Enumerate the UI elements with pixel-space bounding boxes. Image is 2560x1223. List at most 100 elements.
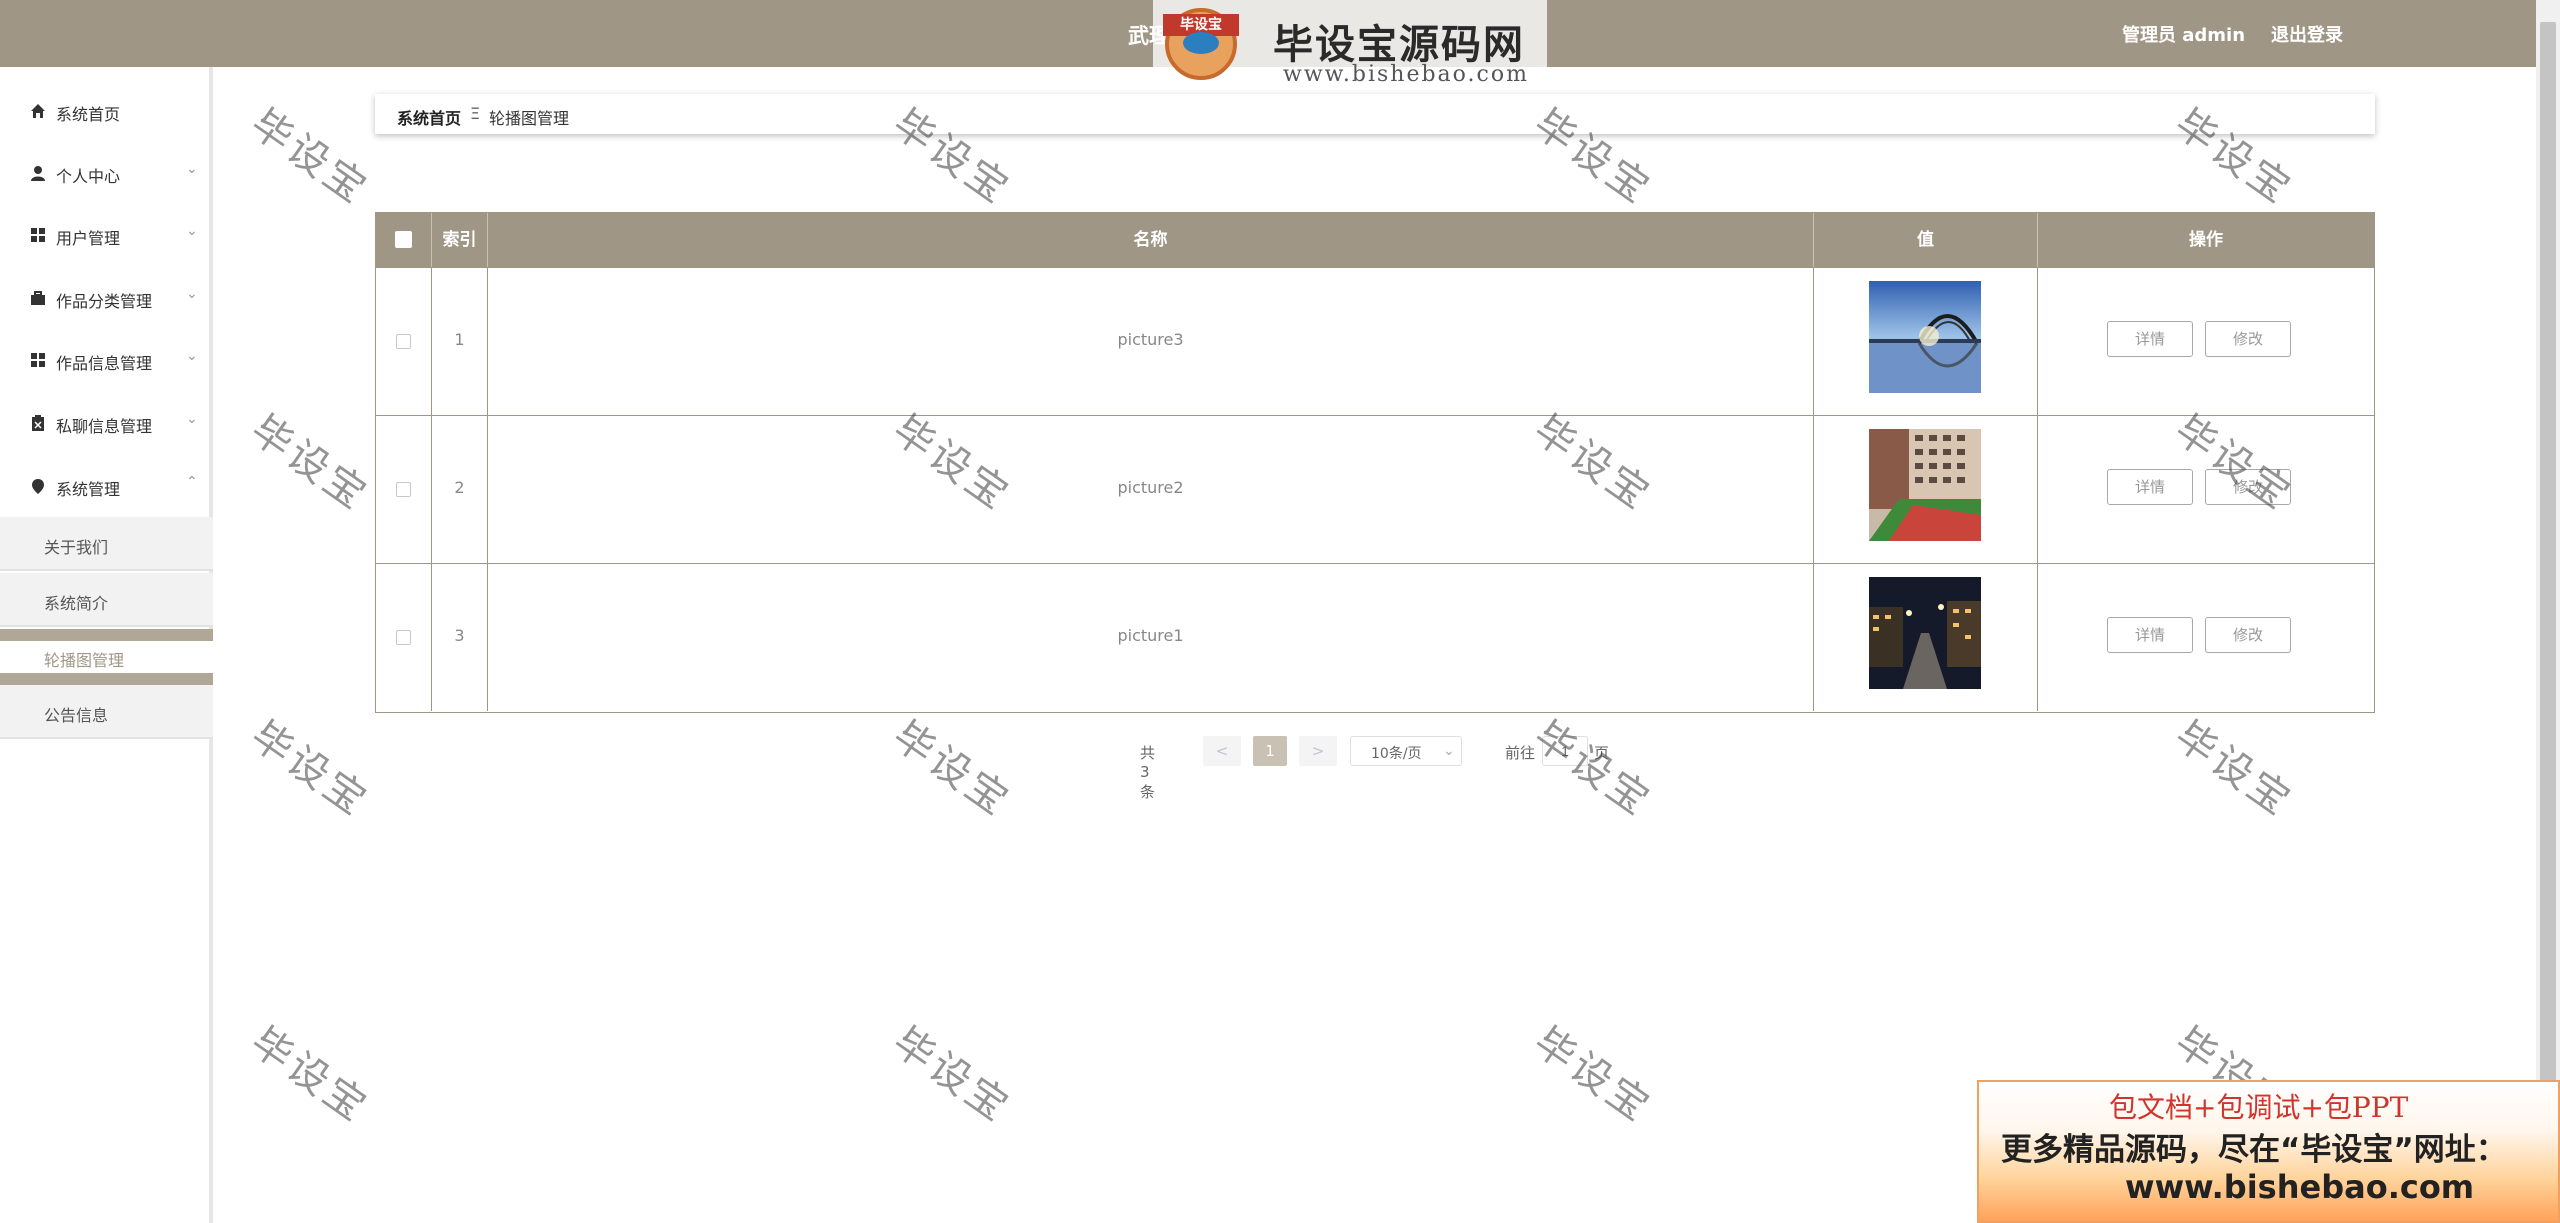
watermark-text: 毕设宝 <box>1525 1018 1660 1132</box>
chevron-down-icon: ⌄ <box>186 161 198 177</box>
sidebar-item-private-message-management[interactable]: 私聊信息管理 ⌄ <box>0 393 209 455</box>
logout-link[interactable]: 退出登录 <box>2271 21 2343 47</box>
row-index: 3 <box>454 626 465 645</box>
edit-button[interactable]: 修改 <box>2205 321 2291 357</box>
sidebar-item-label: 系统首页 <box>56 105 121 124</box>
page-size-value: 10条/页 <box>1371 746 1422 762</box>
breadcrumb: 系统首页 Ξ 轮播图管理 <box>375 94 2375 134</box>
chevron-down-icon: ⌄ <box>186 348 198 364</box>
breadcrumb-separator: Ξ <box>470 104 481 123</box>
table-row: 2 picture2 详情 修改 <box>376 415 2374 563</box>
pagination-total: 共 3 条 <box>1140 744 1156 801</box>
bridge-lake-photo <box>1869 281 1981 393</box>
promo-banner: 包文档+包调试+包PPT 更多精品源码，尽在“毕设宝”网址： www.bishe… <box>1977 1080 2560 1223</box>
row-select-cell <box>376 416 432 563</box>
sidebar-subitem-announcement[interactable]: 公告信息 <box>0 685 213 739</box>
header-value: 值 <box>1814 213 2038 267</box>
goto-label: 前往 <box>1505 744 1536 762</box>
sidebar-item-label: 个人中心 <box>56 167 121 186</box>
building-courtyard-photo <box>1869 429 1981 541</box>
row-actions-cell: 详情 修改 <box>2038 416 2374 563</box>
sidebar-item-home[interactable]: 系统首页 <box>0 81 209 143</box>
header-name: 名称 <box>488 213 1814 267</box>
admin-label: 管理员 admin <box>2122 25 2246 46</box>
sidebar-item-label: 系统管理 <box>56 480 121 499</box>
site-logo-watermark: 毕设宝 毕设宝源码网 www.bishebao.com <box>1153 0 1547 90</box>
page-scrollbar[interactable] <box>2536 0 2560 1223</box>
goto-page-input[interactable] <box>1542 736 1588 766</box>
promo-line-1: 包文档+包调试+包PPT <box>2109 1091 2409 1124</box>
row-value-cell <box>1814 268 2038 415</box>
row-checkbox[interactable] <box>396 482 411 497</box>
sidebar-item-user-management[interactable]: 用户管理 ⌄ <box>0 205 209 267</box>
row-select-cell <box>376 564 432 711</box>
sidebar-item-label: 私聊信息管理 <box>56 417 153 436</box>
row-index-cell: 3 <box>432 564 488 711</box>
row-index-cell: 1 <box>432 268 488 415</box>
sidebar-item-system-management[interactable]: 系统管理 ⌃ <box>0 456 209 518</box>
row-name-cell: picture1 <box>488 564 1814 711</box>
carousel-table: 索引 名称 值 操作 1 picture3 详情 修改 2 picture2 详… <box>375 212 2375 713</box>
sidebar-item-category-management[interactable]: 作品分类管理 ⌄ <box>0 268 209 330</box>
row-name: picture1 <box>1117 626 1184 645</box>
detail-button[interactable]: 详情 <box>2107 321 2193 357</box>
watermark-text: 毕设宝 <box>884 712 1019 826</box>
detail-button[interactable]: 详情 <box>2107 617 2193 653</box>
logo-badge-icon: 毕设宝 <box>1163 8 1239 80</box>
watermark-text: 毕设宝 <box>2166 712 2301 826</box>
watermark-text: 毕设宝 <box>242 100 377 214</box>
header-select-all-cell <box>376 213 432 267</box>
grid-icon <box>31 353 45 367</box>
pagination-next-button[interactable]: > <box>1299 736 1337 766</box>
sidebar-subitem-carousel-management[interactable]: 轮播图管理 <box>0 629 213 685</box>
row-name-cell: picture2 <box>488 416 1814 563</box>
scrollbar-thumb[interactable] <box>2540 22 2556 1082</box>
breadcrumb-home-link[interactable]: 系统首页 <box>397 105 461 129</box>
sidebar-item-personal-center[interactable]: 个人中心 ⌄ <box>0 143 209 205</box>
watermark-text: 毕设宝 <box>242 712 377 826</box>
promo-line-2: 更多精品源码，尽在“毕设宝”网址： <box>2001 1132 2507 1168</box>
edit-button[interactable]: 修改 <box>2205 469 2291 505</box>
chevron-down-icon: ⌄ <box>186 411 198 427</box>
row-actions-cell: 详情 修改 <box>2038 268 2374 415</box>
sidebar-subitem-about-us[interactable]: 关于我们 <box>0 517 213 571</box>
page-size-select[interactable]: 10条/页 ⌄ <box>1350 736 1462 766</box>
sidebar-item-label: 作品信息管理 <box>56 354 153 373</box>
watermark-text: 毕设宝 <box>242 406 377 520</box>
detail-button[interactable]: 详情 <box>2107 469 2193 505</box>
sidebar-item-work-info-management[interactable]: 作品信息管理 ⌄ <box>0 330 209 392</box>
sidebar-subitem-label: 公告信息 <box>44 706 109 725</box>
row-name: picture3 <box>1117 330 1184 349</box>
pagination-prev-button[interactable]: < <box>1203 736 1241 766</box>
edit-button[interactable]: 修改 <box>2205 617 2291 653</box>
watermark-text: 毕设宝 <box>884 1018 1019 1132</box>
night-street-photo <box>1869 577 1981 689</box>
row-value-cell <box>1814 564 2038 711</box>
watermark-text: 毕设宝 <box>242 1018 377 1132</box>
pagination-page-1[interactable]: 1 <box>1253 736 1287 766</box>
goto-suffix: 页 <box>1594 744 1610 762</box>
row-checkbox[interactable] <box>396 630 411 645</box>
chevron-down-icon: ⌄ <box>186 286 198 302</box>
sidebar-subitem-label: 轮播图管理 <box>44 651 125 670</box>
row-name: picture2 <box>1117 478 1184 497</box>
clipboard-icon <box>32 415 44 431</box>
pin-icon <box>32 479 44 494</box>
select-all-checkbox[interactable] <box>395 231 412 248</box>
home-icon <box>31 104 45 118</box>
promo-url: www.bishebao.com <box>2125 1168 2475 1206</box>
row-index: 2 <box>454 478 465 497</box>
row-name-cell: picture3 <box>488 268 1814 415</box>
row-index: 1 <box>454 330 465 349</box>
chevron-down-icon: ⌄ <box>186 223 198 239</box>
row-checkbox[interactable] <box>396 334 411 349</box>
table-header: 索引 名称 值 操作 <box>376 213 2374 267</box>
row-actions-cell: 详情 修改 <box>2038 564 2374 711</box>
table-row: 1 picture3 详情 修改 <box>376 267 2374 415</box>
sidebar-subitem-system-intro[interactable]: 系统简介 <box>0 573 213 627</box>
briefcase-icon <box>31 291 45 305</box>
row-index-cell: 2 <box>432 416 488 563</box>
breadcrumb-current: 轮播图管理 <box>489 109 570 128</box>
sidebar: 系统首页 个人中心 ⌄ 用户管理 ⌄ 作品分类管理 ⌄ 作品信息管理 ⌄ 私聊信… <box>0 67 213 1223</box>
row-value-cell <box>1814 416 2038 563</box>
